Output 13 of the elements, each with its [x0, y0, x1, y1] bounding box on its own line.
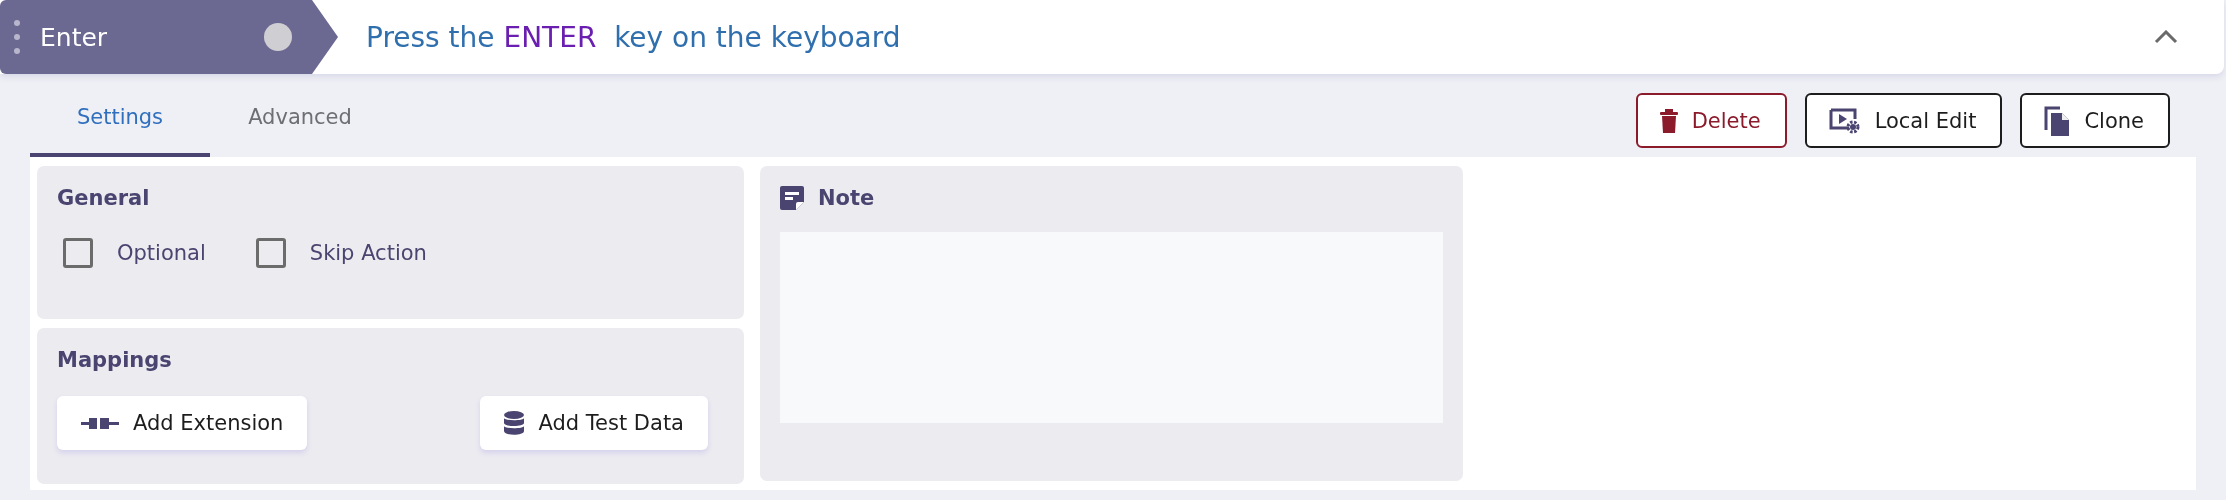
checkbox-label: Skip Action	[309, 241, 427, 265]
clone-button[interactable]: Clone	[2020, 93, 2170, 148]
section-title: General	[57, 186, 151, 210]
add-extension-button[interactable]: Add Extension	[57, 396, 308, 450]
step-name: Enter	[40, 22, 109, 52]
section-title: Note	[818, 186, 875, 210]
add-test-data-button[interactable]: Add Test Data	[480, 396, 708, 450]
section-title: Mappings	[57, 348, 173, 372]
local-edit-button[interactable]: Local Edit	[1804, 93, 2003, 148]
step-description: Press the ENTER key on the keyboard	[366, 20, 902, 54]
checkbox-label: Optional	[117, 241, 206, 265]
delete-button[interactable]: Delete	[1635, 93, 1787, 148]
tab[interactable]: Advanced	[210, 88, 390, 157]
